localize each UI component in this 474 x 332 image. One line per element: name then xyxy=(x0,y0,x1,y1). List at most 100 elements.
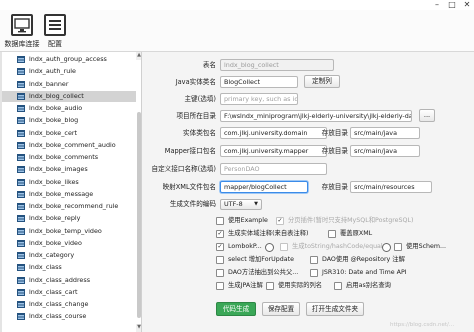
scrollbar-thumb[interactable] xyxy=(137,112,141,318)
sidebar-item[interactable]: lndx_boke_message xyxy=(0,189,136,200)
db-connect-label: 数据库连接 xyxy=(4,40,40,48)
config-tool[interactable]: 配置 xyxy=(42,14,68,52)
table-name-field[interactable]: lndx_blog_collect xyxy=(220,59,334,71)
sidebar-item[interactable]: lndx_boke_images xyxy=(0,164,136,175)
db-connect-tool[interactable]: 数据库连接 xyxy=(4,14,40,52)
config-form: 表名 lndx_blog_collect Java实体类名 BlogCollec… xyxy=(144,52,474,332)
toolbar: 数据库连接 配置 xyxy=(0,10,474,52)
checkbox-box xyxy=(394,243,402,251)
checkbox-box xyxy=(216,282,224,290)
generate-code-button[interactable]: 代码生成 xyxy=(216,302,256,316)
table-icon xyxy=(17,178,25,186)
sidebar-item-label: lndx_auth_rule xyxy=(29,67,76,76)
sidebar-item[interactable]: lndx_boke_cert xyxy=(0,128,136,139)
sidebar-item[interactable]: lndx_class_change xyxy=(0,299,136,310)
sidebar-item[interactable]: lndx_boke_reply xyxy=(0,213,136,224)
sidebar-item[interactable]: lndx_class_cart xyxy=(0,287,136,298)
checkbox-box xyxy=(266,282,274,290)
paging-label: 分页插件(暂时只支持MySQL和PostgreSQL) xyxy=(288,217,414,224)
table-name-label: 表名 xyxy=(202,61,216,69)
sidebar-item-label: lndx_boke_recommend_rule xyxy=(29,202,119,210)
table-icon xyxy=(17,80,25,88)
table-icon xyxy=(17,166,25,174)
sidebar-item-label: lndx_boke_video xyxy=(29,238,82,247)
gear-icon[interactable] xyxy=(265,243,274,252)
sidebar-item[interactable]: lndx_boke_comment_audio xyxy=(0,140,136,151)
as-alias-checkbox[interactable]: 启用as别名查询 xyxy=(334,281,404,291)
sidebar-item[interactable]: lndx_auth_rule xyxy=(0,66,136,77)
java-entity-label: Java实体类名 xyxy=(175,78,216,86)
entity-dir-field[interactable]: src/main/java xyxy=(350,127,420,139)
dao-public-label: DAO方法抽出到公共父... xyxy=(228,269,299,276)
sidebar-item[interactable]: lndx_class_course xyxy=(0,311,136,322)
overwrite-xml-checkbox[interactable]: 覆盖原XML xyxy=(328,229,388,239)
table-icon xyxy=(17,252,25,259)
xml-package-label: 映射XML文件包名 xyxy=(162,183,216,191)
sidebar-item-label: lndx_boke_cert xyxy=(29,128,78,137)
scroll-down-button[interactable]: ▼ xyxy=(136,324,141,332)
xml-package-field[interactable]: mapper/blogCollect xyxy=(220,181,308,193)
sidebar-item[interactable]: lndx_boke_blog xyxy=(0,115,136,126)
use-schema-checkbox[interactable]: 使用Schem... xyxy=(394,242,450,252)
use-example-label: 使用Example xyxy=(228,217,268,224)
java-entity-field[interactable]: BlogCollect xyxy=(220,76,298,88)
table-tree[interactable]: ▲ ▼ lndx_auth_group_access lndx_auth_rule… xyxy=(0,52,142,332)
sidebar-item[interactable]: lndx_class xyxy=(0,262,136,273)
custom-columns-button[interactable]: 定制列 xyxy=(304,75,340,88)
custom-interface-field[interactable]: PersonDAO xyxy=(220,163,327,175)
project-dir-field[interactable]: F:\wslndx_miniprogram\jlkj-elderly-unive… xyxy=(220,110,412,122)
sidebar-item-label: lndx_banner xyxy=(29,79,69,88)
table-icon xyxy=(17,227,25,235)
sidebar-item[interactable]: lndx_boke_audio xyxy=(0,103,136,114)
sidebar-item[interactable]: lndx_category xyxy=(0,250,136,261)
sidebar-item-label: lndx_boke_reply xyxy=(29,214,81,223)
minimize-button[interactable]: – xyxy=(430,0,444,10)
browse-dir-button[interactable]: ... xyxy=(419,109,435,122)
lombok-checkbox[interactable]: ✓ LombokP... xyxy=(216,242,264,252)
sidebar-item[interactable]: lndx_banner xyxy=(0,79,136,90)
use-example-checkbox[interactable]: 使用Example xyxy=(216,216,276,226)
list-icon xyxy=(44,14,66,36)
sidebar-item[interactable]: lndx_boke_video xyxy=(0,238,136,249)
mapper-dir-field[interactable]: src/main/java xyxy=(350,145,420,157)
close-button[interactable]: ✕ xyxy=(460,0,474,10)
xml-dir-label: 存放目录 xyxy=(321,183,348,191)
sidebar-item[interactable]: lndx_boke_comments xyxy=(0,152,136,163)
monitor-icon xyxy=(11,14,33,36)
sidebar-item[interactable]: lndx_class_address xyxy=(0,275,136,286)
sidebar-item[interactable]: lndx_auth_group_access xyxy=(0,54,136,65)
sidebar-item-label: lndx_class xyxy=(29,263,62,272)
table-icon xyxy=(17,190,25,198)
primary-key-field[interactable]: primary key, such as id xyxy=(220,93,298,105)
gen-comment-checkbox[interactable]: ✓ 生成实体域注释(来自表注释) xyxy=(216,229,316,239)
sidebar-item[interactable]: lndx_boke_recommend_rule xyxy=(0,201,136,212)
checkbox-box xyxy=(216,269,224,277)
dao-public-checkbox[interactable]: DAO方法抽出到公共父... xyxy=(216,268,306,278)
for-update-checkbox[interactable]: select 增加ForUpdate xyxy=(216,255,306,265)
to-string-checkbox[interactable]: 生成toString/hashCode/equal... xyxy=(280,242,389,252)
xml-dir-field[interactable]: src/main/resources xyxy=(350,181,432,193)
sidebar-item[interactable]: lndx_blog_collect xyxy=(0,90,136,103)
save-config-button[interactable]: 保存配置 xyxy=(262,302,300,316)
jpa-checkbox[interactable]: 生成JPA注解 xyxy=(216,281,272,291)
scroll-up-button[interactable]: ▲ xyxy=(136,52,141,60)
entity-package-label: 实体类包名 xyxy=(183,129,216,137)
gear-icon[interactable] xyxy=(382,243,391,252)
sidebar-item-label: lndx_boke_likes xyxy=(29,177,79,186)
checkbox-box xyxy=(310,269,318,277)
table-icon xyxy=(17,141,25,149)
sidebar-item-label: lndx_class_change xyxy=(29,300,89,308)
sidebar-item[interactable]: lndx_boke_likes xyxy=(0,177,136,188)
paging-checkbox[interactable]: ✓ 分页插件(暂时只支持MySQL和PostgreSQL) xyxy=(276,216,416,226)
sidebar-item-label: lndx_boke_images xyxy=(29,165,88,174)
sidebar-item[interactable]: lndx_boke_temp_video xyxy=(0,226,136,237)
table-icon xyxy=(17,276,25,284)
open-folder-button[interactable]: 打开生成文件夹 xyxy=(306,302,364,316)
actual-column-checkbox[interactable]: 使用实际的列名 xyxy=(266,281,334,291)
dao-repository-checkbox[interactable]: DAO使用 @Repository 注解 xyxy=(310,255,420,265)
table-icon xyxy=(17,92,25,100)
maximize-button[interactable]: □ xyxy=(445,0,459,10)
jsr310-checkbox[interactable]: JSR310: Date and Time API xyxy=(310,268,420,278)
table-icon xyxy=(17,105,25,112)
encoding-select[interactable]: UTF-8 ▼ xyxy=(220,199,262,210)
